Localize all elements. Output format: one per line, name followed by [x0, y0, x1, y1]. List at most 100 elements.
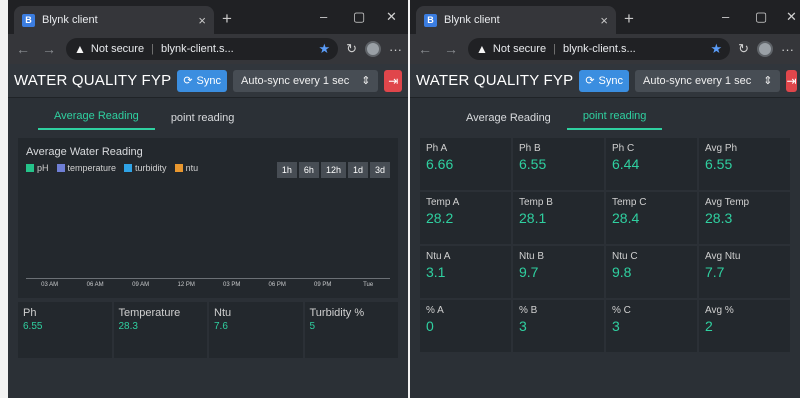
point-card: Ph A 6.66 [420, 138, 511, 190]
security-label: Not secure [90, 43, 145, 55]
x-tick-label: 09 AM [132, 282, 150, 288]
average-card-value: 6.55 [23, 321, 43, 332]
browser-window-average: B Blynk client × + – ▢ ✕ ← → ▲ Not secur… [8, 0, 408, 398]
new-tab-button[interactable]: + [222, 9, 232, 29]
autosync-label: Auto-sync every 1 sec [643, 74, 752, 87]
tab-close-icon[interactable]: × [600, 13, 608, 28]
autosync-label: Auto-sync every 1 sec [241, 74, 350, 87]
range-1h-button[interactable]: 1h [276, 162, 297, 178]
more-menu-icon[interactable]: ··· [389, 42, 402, 57]
main-content: Average Reading point reading Ph A 6.66 Ph… [410, 98, 800, 352]
average-card: Ph 6.55 [18, 302, 112, 358]
url-omnibox[interactable]: ▲ Not secure | blynk-client.s... ★ [468, 38, 731, 60]
minimize-button[interactable]: – [320, 9, 327, 24]
legend-item-ph[interactable]: pH [26, 163, 49, 173]
reading-tabs: Average Reading point reading [18, 98, 398, 138]
point-card-label: Ntu C [612, 251, 638, 262]
legend-swatch [56, 164, 65, 172]
point-card-value: 9.8 [612, 264, 632, 280]
sync-button[interactable]: ⟳ Sync [579, 69, 629, 92]
point-card-value: 7.7 [705, 264, 725, 280]
tab-title: Blynk client [444, 14, 500, 26]
security-label: Not secure [492, 43, 547, 55]
url-separator: | [151, 43, 154, 55]
range-3d-button[interactable]: 3d [369, 162, 390, 178]
legend-label: temperature [67, 163, 117, 173]
x-tick-label: 03 AM [41, 282, 59, 288]
window-close-button[interactable]: ✕ [386, 9, 397, 25]
browser-window-point: B Blynk client × + – ▢ ✕ ← → ▲ Not secur… [410, 0, 800, 398]
logout-button[interactable]: ⇥ [384, 69, 402, 92]
legend-swatch [26, 164, 34, 172]
address-bar: ← → ▲ Not secure | blynk-client.s... ★ ↻… [410, 34, 800, 64]
logout-button[interactable]: ⇥ [786, 69, 797, 92]
sync-label: Sync [598, 74, 623, 87]
point-card-value: 6.66 [426, 156, 454, 172]
average-card-value: 5 [309, 321, 316, 332]
address-bar: ← → ▲ Not secure | blynk-client.s... ★ ↻… [8, 34, 408, 64]
tab-close-icon[interactable]: × [198, 13, 206, 28]
browser-tab[interactable]: B Blynk client × [14, 6, 214, 34]
autosync-select[interactable]: Auto-sync every 1 sec ⇕ [635, 69, 781, 92]
maximize-button[interactable]: ▢ [353, 9, 365, 25]
chart-panel: Average Water Reading pH temperature tur… [18, 138, 398, 298]
main-content: Average Reading point reading Average Wa… [8, 98, 408, 358]
bookmark-star-icon[interactable]: ★ [318, 41, 330, 57]
legend-item-ntu[interactable]: ntu [174, 163, 198, 173]
point-card: Ntu A 3.1 [420, 246, 511, 298]
point-card-value: 6.55 [705, 156, 733, 172]
point-card: Ph C 6.44 [606, 138, 697, 190]
warning-icon: ▲ [476, 42, 488, 56]
minimize-button[interactable]: – [722, 9, 729, 24]
x-tick-label: 12 PM [177, 282, 195, 288]
maximize-button[interactable]: ▢ [755, 9, 767, 25]
extensions-icon[interactable]: ↻ [346, 41, 357, 57]
range-6h-button[interactable]: 6h [298, 162, 319, 178]
profile-avatar[interactable] [365, 41, 381, 57]
sync-label: Sync [196, 74, 221, 87]
average-card-label: Temperature [118, 307, 181, 319]
select-arrows-icon: ⇕ [763, 75, 773, 87]
range-12h-button[interactable]: 12h [320, 162, 346, 178]
point-card: Temp A 28.2 [420, 192, 511, 244]
title-bar: B Blynk client × + – ▢ ✕ [8, 0, 408, 34]
new-tab-button[interactable]: + [624, 9, 634, 29]
app-header: WATER QUALITY FYP ⟳ Sync Auto-sync every… [410, 64, 800, 98]
point-card-value: 3 [612, 318, 620, 334]
point-card-label: Ph A [426, 143, 448, 154]
tab-average-reading[interactable]: Average Reading [450, 112, 567, 130]
x-tick-label: 03 PM [222, 282, 241, 288]
legend-item-temperature[interactable]: temperature [56, 163, 117, 173]
forward-arrow-icon[interactable]: → [442, 41, 460, 57]
point-card-label: Avg Ph [705, 143, 738, 154]
tab-title: Blynk client [42, 14, 98, 26]
back-arrow-icon[interactable]: ← [14, 41, 32, 57]
extensions-icon[interactable]: ↻ [738, 41, 749, 57]
point-card-label: Temp B [519, 197, 553, 208]
point-card-label: Ph B [519, 143, 541, 154]
window-close-button[interactable]: ✕ [786, 9, 797, 25]
browser-tab[interactable]: B Blynk client × [416, 6, 616, 34]
point-card-value: 28.4 [612, 210, 640, 226]
bookmark-star-icon[interactable]: ★ [710, 41, 722, 57]
more-menu-icon[interactable]: ··· [781, 42, 794, 57]
blynk-favicon-icon: B [424, 13, 437, 27]
average-card-value: 28.3 [118, 321, 138, 332]
tab-point-reading[interactable]: point reading [155, 112, 251, 130]
sync-button[interactable]: ⟳ Sync [177, 69, 227, 92]
point-card-value: 9.7 [519, 264, 539, 280]
point-card-label: Avg % [705, 305, 734, 316]
tab-average-reading[interactable]: Average Reading [38, 110, 155, 130]
profile-avatar[interactable] [757, 41, 773, 57]
forward-arrow-icon[interactable]: → [40, 41, 58, 57]
autosync-select[interactable]: Auto-sync every 1 sec ⇕ [233, 69, 379, 92]
tab-point-reading[interactable]: point reading [566, 110, 663, 130]
range-1d-button[interactable]: 1d [347, 162, 368, 178]
back-arrow-icon[interactable]: ← [416, 41, 434, 57]
average-card-value: 7.6 [214, 321, 228, 332]
legend-item-turbidity[interactable]: turbidity [124, 163, 167, 173]
title-bar: B Blynk client × + – ▢ ✕ [410, 0, 800, 34]
point-card-label: % B [519, 305, 538, 316]
point-card: Avg % 2 [699, 300, 790, 352]
url-omnibox[interactable]: ▲ Not secure | blynk-client.s... ★ [66, 38, 339, 60]
